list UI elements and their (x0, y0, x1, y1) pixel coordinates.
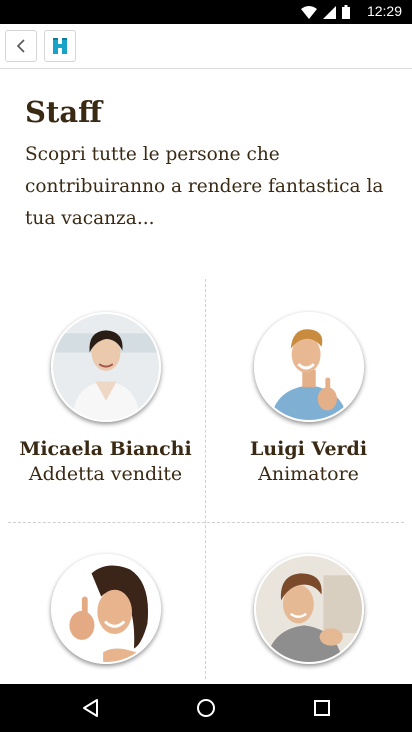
page-title: Staff (25, 95, 102, 129)
signal-icon (323, 5, 336, 19)
staff-photo (253, 554, 364, 664)
staff-card[interactable]: Luigi Verdi Animatore (206, 312, 411, 485)
staff-card[interactable] (206, 554, 411, 680)
nav-recents-button[interactable] (307, 694, 337, 722)
nav-back-button[interactable] (75, 694, 105, 722)
staff-photo (50, 554, 161, 664)
staff-photo (253, 312, 364, 422)
staff-role: Addetta vendite (28, 463, 183, 485)
main-content[interactable]: Staff Scopri tutte le persone che contri… (0, 69, 412, 684)
recents-square-icon (314, 700, 330, 716)
page-intro: Scopri tutte le persone che contribuiran… (25, 144, 384, 229)
chevron-left-icon (16, 39, 25, 53)
status-icons (301, 5, 350, 19)
staff-name: Luigi Verdi (249, 438, 368, 460)
staff-card[interactable] (3, 554, 208, 680)
status-time: 12:29 (366, 3, 402, 19)
staff-role: Animatore (258, 463, 359, 485)
staff-name: Micaela Bianchi (19, 438, 192, 460)
home-circle-icon (197, 699, 215, 717)
staff-photo (50, 312, 161, 422)
system-nav-bar (0, 684, 412, 732)
status-bar: 12:29 (0, 0, 412, 24)
app-toolbar (0, 24, 412, 69)
back-button[interactable] (5, 30, 37, 62)
back-triangle-icon (83, 699, 98, 717)
h-logo-icon (53, 38, 67, 54)
nav-home-button[interactable] (191, 694, 221, 722)
wifi-icon (301, 5, 317, 19)
staff-card[interactable]: Micaela Bianchi Addetta vendite (3, 312, 208, 485)
grid-divider-horizontal (8, 522, 404, 523)
battery-icon (342, 5, 350, 19)
home-logo-button[interactable] (44, 30, 76, 62)
